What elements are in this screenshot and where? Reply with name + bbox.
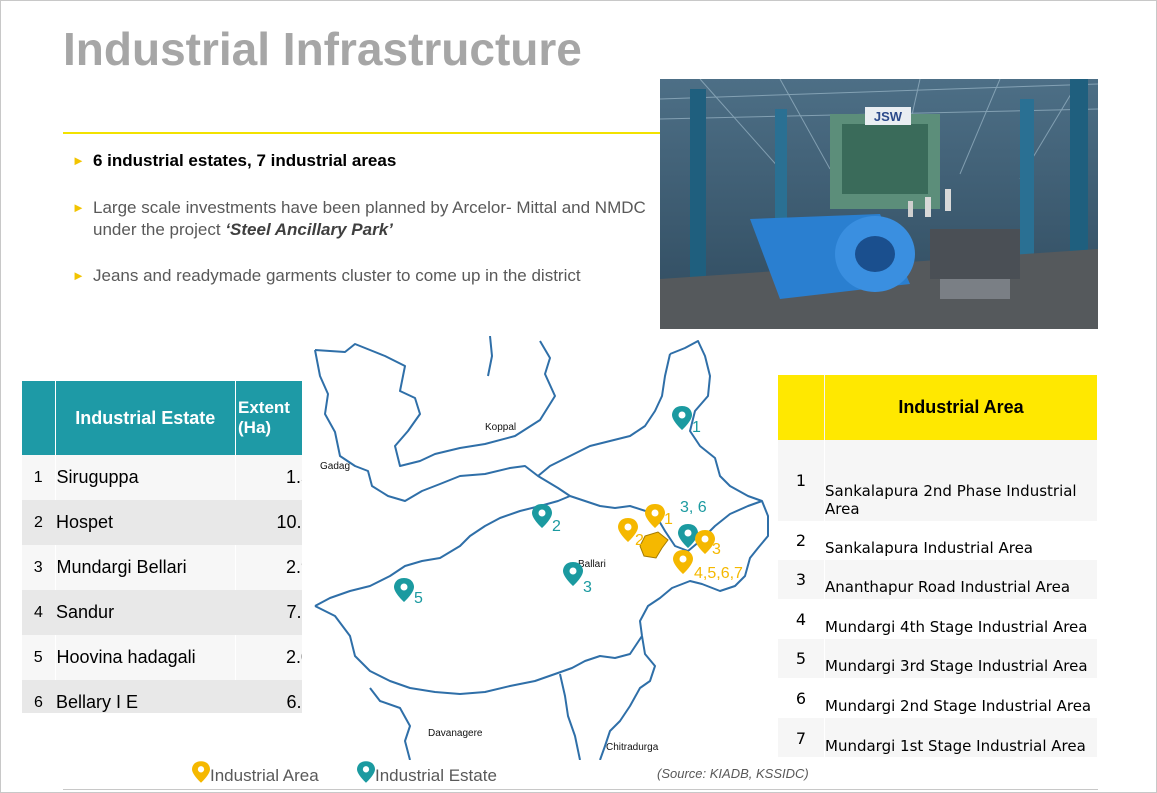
teal-pin-icon: [357, 761, 375, 783]
estate-extent: 1.55: [235, 455, 302, 500]
steel-mill-photo: JSW: [660, 79, 1098, 329]
area-marker: 2: [618, 518, 644, 549]
row-number: 4: [22, 590, 56, 635]
steel-mill-illustration: JSW: [660, 79, 1098, 329]
estate-marker: 5: [394, 578, 423, 607]
row-number: 2: [22, 500, 56, 545]
table-row: 5 Mundargi 3rd Stage Industrial Area: [778, 639, 1097, 678]
area-name: Mundargi 3rd Stage Industrial Area: [824, 639, 1097, 678]
area-name: Mundargi 2nd Stage Industrial Area: [824, 678, 1097, 718]
estate-marker: 2: [532, 504, 561, 535]
area-name: Mundargi 1st Stage Industrial Area: [824, 718, 1097, 757]
estate-extent: 10.12: [235, 500, 302, 545]
bullet-item: ► Large scale investments have been plan…: [72, 197, 662, 241]
estate-extent: 7.28: [235, 590, 302, 635]
estate-extent: 2.91: [235, 545, 302, 590]
bullet-arrow-icon: ►: [72, 200, 85, 215]
marker-label: 1: [664, 511, 673, 528]
legend-label: Industrial Area: [210, 766, 319, 785]
row-number: 4: [778, 599, 825, 639]
bullet-emphasis: ‘Steel Ancillary Park’: [225, 220, 393, 239]
yellow-pin-icon: [192, 761, 210, 783]
area-marker: 4,5,6,7: [673, 550, 743, 582]
marker-label: 5: [414, 590, 423, 607]
industrial-area-table: Industrial Area 1 Sankalapura 2nd Phase …: [778, 375, 1097, 757]
row-number: 2: [778, 521, 825, 560]
area-marker: 3: [695, 530, 721, 558]
row-number: 5: [778, 639, 825, 678]
area-name: Sankalapura 2nd Phase Industrial Area: [824, 440, 1097, 521]
jsw-sign: JSW: [874, 109, 903, 124]
marker-label: 3: [583, 579, 592, 596]
table-header-row: Industrial Estate Extent (Ha): [22, 381, 302, 455]
bullet-item: ► Jeans and readymade garments cluster t…: [72, 265, 662, 287]
table-row: 1 Sankalapura 2nd Phase Industrial Area: [778, 440, 1097, 521]
table-row: 3 Mundargi Bellari 2.91: [22, 545, 302, 590]
ballari-urban-area: [639, 531, 669, 559]
table-row: 7 Mundargi 1st Stage Industrial Area: [778, 718, 1097, 757]
estate-name: Mundargi Bellari: [55, 545, 237, 590]
row-number: 6: [22, 680, 56, 713]
bullet-text: 6 industrial estates, 7 industrial areas: [93, 151, 397, 170]
estate-extent: 2.02: [235, 635, 302, 680]
estate-name: Siruguppa: [55, 455, 237, 500]
marker-label: 2: [635, 532, 644, 549]
table-row: 2 Sankalapura Industrial Area: [778, 521, 1097, 560]
estate-name: Bellary I E: [55, 680, 236, 713]
district-map: Koppal Gadag Ballari Davanagere Chitradu…: [314, 336, 769, 760]
legend-label: Industrial Estate: [375, 766, 497, 785]
table-row: 4 Sandur 7.28: [22, 590, 302, 635]
area-name: Ananthapur Road Industrial Area: [824, 560, 1097, 599]
table-row: 6 Mundargi 2nd Stage Industrial Area: [778, 678, 1097, 718]
page-title: Industrial Infrastructure: [63, 23, 582, 75]
industrial-estate-table: Industrial Estate Extent (Ha) 1 Sirugupp…: [22, 381, 302, 713]
place-davanagere: Davanagere: [428, 728, 483, 739]
estate-extent: 6.07: [235, 680, 302, 713]
place-gadag: Gadag: [320, 461, 350, 472]
column-header-blank: [778, 375, 825, 440]
bottom-divider: [63, 789, 1098, 790]
table-row: 1 Siruguppa 1.55: [22, 455, 302, 500]
source-note: (Source: KIADB, KSSIDC): [657, 766, 809, 781]
row-number: 3: [22, 545, 56, 590]
table-header-row: Industrial Area: [778, 375, 1097, 440]
estate-name: Hoovina hadagali: [55, 635, 237, 680]
bullet-arrow-icon: ►: [72, 153, 85, 168]
column-header: Extent (Ha): [235, 381, 302, 455]
title-underline: [63, 132, 673, 134]
area-name: Mundargi 4th Stage Industrial Area: [824, 599, 1097, 639]
bullet-item: ► 6 industrial estates, 7 industrial are…: [72, 150, 662, 172]
area-marker: 1: [645, 504, 673, 528]
bullet-arrow-icon: ►: [72, 268, 85, 283]
legend-industrial-estate: Industrial Estate: [357, 760, 497, 786]
marker-label: 3: [712, 541, 721, 558]
row-number: 5: [22, 635, 56, 680]
row-number: 1: [22, 455, 56, 500]
row-number: 7: [778, 718, 825, 757]
row-number: 1: [778, 440, 825, 521]
place-koppal: Koppal: [485, 422, 516, 433]
row-number: 3: [778, 560, 825, 599]
marker-label: 2: [552, 518, 561, 535]
marker-label: 3, 6: [680, 499, 707, 516]
table-row: 6 Bellary I E 6.07: [22, 680, 302, 713]
table-row: 2 Hospet 10.12: [22, 500, 302, 545]
marker-label: 4,5,6,7: [694, 565, 743, 582]
marker-label: 1: [692, 419, 701, 436]
area-name: Sankalapura Industrial Area: [824, 521, 1097, 560]
bullet-text: Jeans and readymade garments cluster to …: [93, 266, 581, 285]
estate-name: Hospet: [55, 500, 236, 545]
table-row: 4 Mundargi 4th Stage Industrial Area: [778, 599, 1097, 639]
place-chitradurga: Chitradurga: [606, 742, 659, 753]
column-header: Industrial Area: [824, 375, 1097, 440]
table-row: 3 Ananthapur Road Industrial Area: [778, 560, 1097, 599]
table-row: 5 Hoovina hadagali 2.02: [22, 635, 302, 680]
legend-industrial-area: Industrial Area: [192, 760, 319, 786]
column-header: Industrial Estate: [55, 381, 237, 455]
estate-name: Sandur: [55, 590, 236, 635]
column-header: [22, 381, 56, 455]
bullet-list: ► 6 industrial estates, 7 industrial are…: [72, 150, 662, 311]
row-number: 6: [778, 678, 825, 718]
